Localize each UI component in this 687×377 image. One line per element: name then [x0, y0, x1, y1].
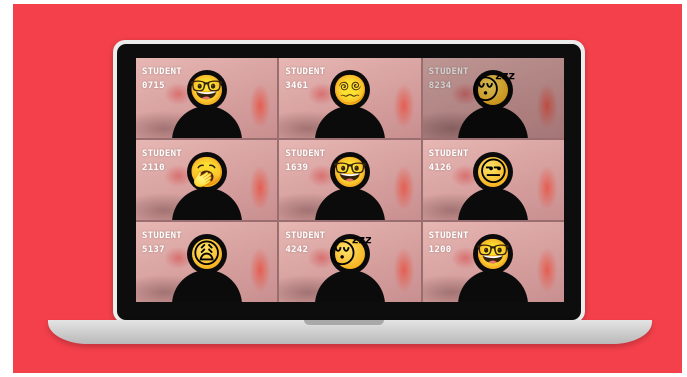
yawning-face-icon: 🥱	[189, 155, 225, 188]
student-name-label: STUDENT 1639	[285, 149, 326, 173]
sleeping-face-icon: 😴	[470, 73, 516, 106]
student-name-label: STUDENT 4126	[428, 149, 469, 173]
student-name-label: STUDENT 1200	[428, 231, 469, 255]
student-video-tile[interactable]: STUDENT 1200 🤓	[422, 222, 564, 302]
student-video-tile[interactable]: STUDENT 2110 🥱	[136, 140, 278, 220]
student-video-tile[interactable]: STUDENT 4126 😒	[422, 140, 564, 220]
video-call-grid: STUDENT 0715 🤓 STUDENT 3461 😵‍💫 STUDENT 823…	[136, 58, 564, 302]
weary-face-icon: 😩	[192, 237, 222, 270]
dizzy-face-icon: 😵‍💫	[332, 73, 368, 106]
student-video-tile[interactable]: STUDENT 8234 😴	[422, 58, 564, 138]
student-video-tile[interactable]: STUDENT 3461 😵‍💫	[279, 58, 421, 138]
laptop-hinge-notch	[304, 320, 384, 325]
student-name-label: STUDENT 0715	[142, 67, 183, 91]
student-name-label: STUDENT 3461	[285, 67, 326, 91]
nerd-face-icon: 🤓	[475, 237, 511, 270]
student-video-tile[interactable]: STUDENT 1639 🤓	[279, 140, 421, 220]
nerd-face-icon: 🤓	[332, 155, 368, 188]
student-name-label: STUDENT 4242	[285, 231, 326, 255]
unamused-face-icon: 😒	[478, 155, 508, 188]
student-video-tile[interactable]: STUDENT 5137 😩	[136, 222, 278, 302]
student-video-tile[interactable]: STUDENT 4242 😴	[279, 222, 421, 302]
nerd-face-icon: 🤓	[189, 73, 225, 106]
student-name-label: STUDENT 8234	[428, 67, 469, 91]
student-name-label: STUDENT 5137	[142, 231, 183, 255]
student-name-label: STUDENT 2110	[142, 149, 183, 173]
student-video-tile[interactable]: STUDENT 0715 🤓	[136, 58, 278, 138]
sleeping-face-icon: 😴	[327, 237, 373, 270]
